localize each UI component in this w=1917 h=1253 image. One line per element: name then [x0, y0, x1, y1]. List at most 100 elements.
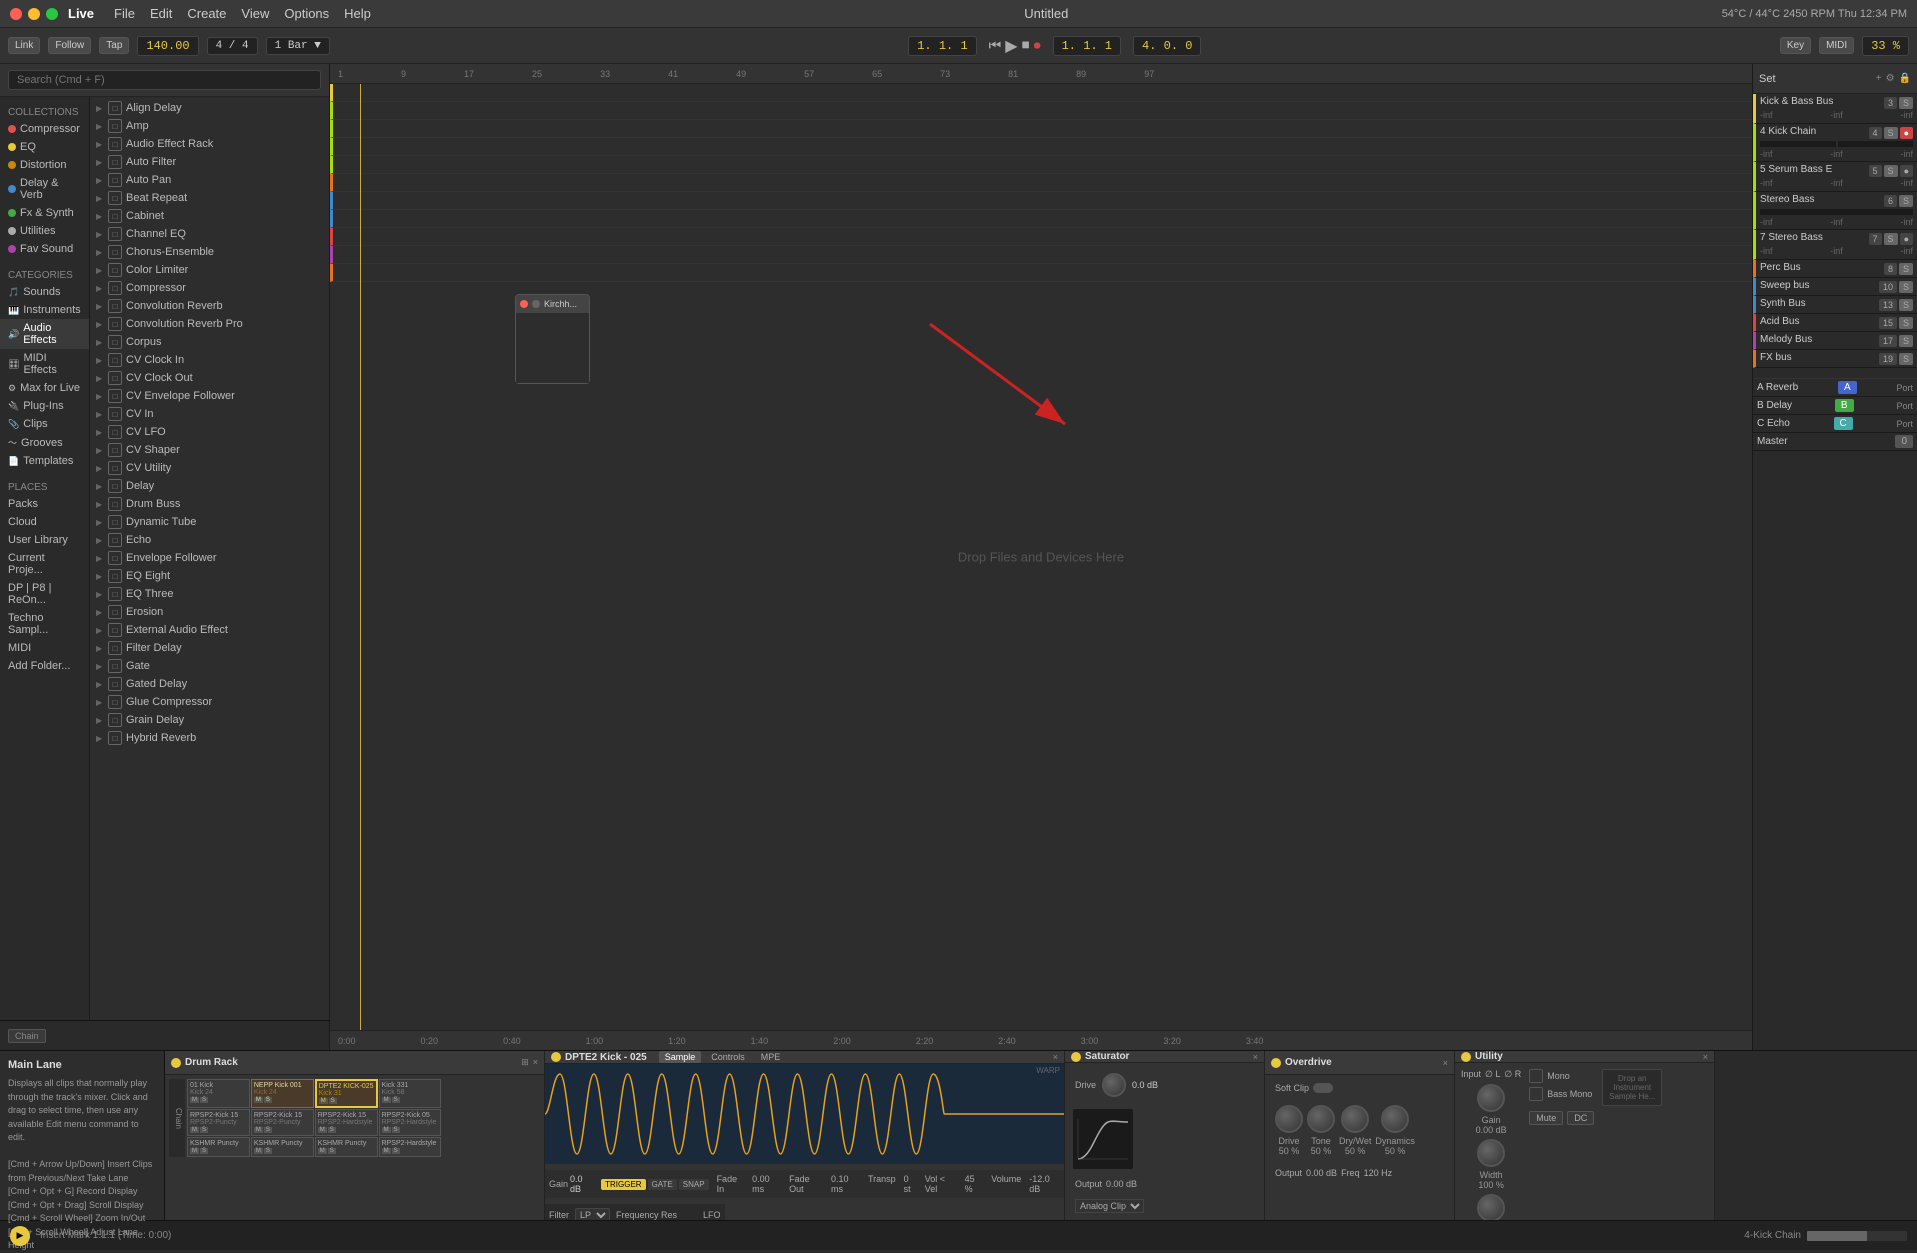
- tab-mpe[interactable]: MPE: [755, 1051, 787, 1063]
- sat-mode-select[interactable]: Analog Clip: [1075, 1199, 1144, 1213]
- solo-btn[interactable]: S: [1884, 127, 1898, 139]
- cat-instruments[interactable]: 🎹Instruments: [0, 301, 89, 319]
- loop-start-display[interactable]: 1. 1. 1: [1053, 36, 1121, 56]
- loop-end-display[interactable]: 4. 0. 0: [1133, 36, 1201, 56]
- transp-val[interactable]: 0 st: [904, 1174, 917, 1194]
- balance-knob[interactable]: [1477, 1194, 1505, 1220]
- effect-cabinet[interactable]: ▶ □ Cabinet: [90, 207, 329, 225]
- drive-knob[interactable]: [1102, 1073, 1126, 1097]
- effect-eq-three[interactable]: ▶ □ EQ Three: [90, 585, 329, 603]
- effect-drum-buss[interactable]: ▶ □ Drum Buss: [90, 495, 329, 513]
- effect-delay[interactable]: ▶ □ Delay: [90, 477, 329, 495]
- track-fader[interactable]: [1807, 1231, 1907, 1241]
- od-dynamics-knob[interactable]: [1381, 1105, 1409, 1133]
- mute-btn[interactable]: 17: [1879, 335, 1897, 347]
- stop-button[interactable]: ⏹: [1022, 37, 1030, 55]
- effect-cv-shaper[interactable]: ▶ □ CV Shaper: [90, 441, 329, 459]
- record-button[interactable]: ⏺: [1034, 37, 1041, 54]
- overdrive-power[interactable]: [1271, 1058, 1281, 1068]
- place-current-project[interactable]: Current Proje...: [0, 549, 89, 579]
- mute-btn[interactable]: M: [318, 1148, 327, 1154]
- menu-edit[interactable]: Edit: [150, 6, 172, 21]
- mute-btn[interactable]: M: [254, 1127, 263, 1133]
- waveform-display[interactable]: WARP: [545, 1064, 1064, 1164]
- effect-amp[interactable]: ▶ □ Amp: [90, 117, 329, 135]
- mute-btn[interactable]: M: [382, 1148, 391, 1154]
- rewind-button[interactable]: ⏮: [989, 37, 1002, 54]
- solo-btn[interactable]: S: [392, 1127, 400, 1133]
- solo-btn[interactable]: S: [264, 1097, 272, 1103]
- warp-btn[interactable]: WARP: [1036, 1066, 1060, 1075]
- dc-button[interactable]: DC: [1567, 1111, 1594, 1125]
- collection-fx-synth[interactable]: Fx & Synth: [0, 204, 89, 222]
- input-l[interactable]: ∅ L: [1485, 1069, 1500, 1080]
- lfo-label[interactable]: LFO: [703, 1210, 721, 1220]
- solo-btn[interactable]: S: [1899, 281, 1913, 293]
- effect-auto-filter[interactable]: ▶ □ Auto Filter: [90, 153, 329, 171]
- mute-btn[interactable]: 10: [1879, 281, 1897, 293]
- effect-dynamic-tube[interactable]: ▶ □ Dynamic Tube: [90, 513, 329, 531]
- effect-cv-clock-out[interactable]: ▶ □ CV Clock Out: [90, 369, 329, 387]
- effect-eq-eight[interactable]: ▶ □ EQ Eight: [90, 567, 329, 585]
- filter-label[interactable]: Filter: [549, 1210, 569, 1220]
- gain-knob[interactable]: [1477, 1084, 1505, 1112]
- solo-btn[interactable]: S: [1884, 233, 1898, 245]
- drum-pad[interactable]: RPSP2-Kick 15 RPSP2-Puncty M S: [251, 1109, 314, 1136]
- mute-btn[interactable]: 8: [1884, 263, 1897, 275]
- saturator-power[interactable]: [1071, 1052, 1081, 1062]
- mute-btn[interactable]: M: [254, 1148, 263, 1154]
- arrangement-body[interactable]: Kirchh... Drop Files and Devices Here: [330, 84, 1752, 1030]
- collection-eq[interactable]: EQ: [0, 138, 89, 156]
- solo-btn[interactable]: S: [1899, 195, 1913, 207]
- effect-grain-delay[interactable]: ▶ □ Grain Delay: [90, 711, 329, 729]
- solo-btn[interactable]: S: [329, 1098, 337, 1104]
- minimize-button[interactable]: [28, 8, 40, 20]
- filter-type-select[interactable]: LPHPBP: [575, 1208, 610, 1220]
- effect-glue-compressor[interactable]: ▶ □ Glue Compressor: [90, 693, 329, 711]
- bass-mono-checkbox[interactable]: [1529, 1087, 1543, 1101]
- menu-help[interactable]: Help: [344, 6, 371, 21]
- utility-power[interactable]: [1461, 1052, 1471, 1062]
- drum-rack-toggle[interactable]: ⊞: [521, 1057, 529, 1068]
- drum-pad[interactable]: NEPP Kick 001 Kick 24 M S: [251, 1079, 314, 1108]
- sat-close[interactable]: ×: [1253, 1052, 1258, 1062]
- cat-clips[interactable]: 📎Clips: [0, 415, 89, 433]
- waveform-power[interactable]: [551, 1052, 561, 1062]
- mute-btn[interactable]: 7: [1869, 233, 1882, 245]
- play-button[interactable]: ▶: [1005, 36, 1017, 56]
- bpm-display[interactable]: 140.00: [137, 36, 198, 56]
- effect-gate[interactable]: ▶ □ Gate: [90, 657, 329, 675]
- tap-button[interactable]: Tap: [99, 37, 129, 54]
- arm-btn[interactable]: ●: [1900, 127, 1913, 139]
- effect-chorus-ensemble[interactable]: ▶ □ Chorus-Ensemble: [90, 243, 329, 261]
- effect-channel-eq[interactable]: ▶ □ Channel EQ: [90, 225, 329, 243]
- fade-in-val[interactable]: 0.00 ms: [752, 1174, 781, 1194]
- drum-pad[interactable]: 01 Kick Kick 24 M S: [187, 1079, 250, 1108]
- effect-audio-effect-rack[interactable]: ▶ □ Audio Effect Rack: [90, 135, 329, 153]
- drum-pad[interactable]: RPSP2-Kick 15 RPSP2-Puncty M S: [187, 1109, 250, 1136]
- cat-grooves[interactable]: 〜Grooves: [0, 433, 89, 452]
- solo-btn[interactable]: S: [200, 1127, 208, 1133]
- place-cloud[interactable]: Cloud: [0, 513, 89, 531]
- mute-btn[interactable]: 4: [1869, 127, 1882, 139]
- effect-echo[interactable]: ▶ □ Echo: [90, 531, 329, 549]
- snap-btn[interactable]: SNAP: [679, 1179, 709, 1190]
- od-close[interactable]: ×: [1443, 1058, 1448, 1068]
- drum-pad[interactable]: KSHMR Puncty M S: [315, 1137, 378, 1157]
- softclip-toggle[interactable]: [1313, 1083, 1333, 1093]
- place-add-folder[interactable]: Add Folder...: [0, 657, 89, 675]
- menu-file[interactable]: File: [114, 6, 135, 21]
- solo-btn[interactable]: S: [1899, 97, 1913, 109]
- effect-envelope-follower[interactable]: ▶ □ Envelope Follower: [90, 549, 329, 567]
- waveform-close[interactable]: ×: [1053, 1052, 1058, 1062]
- cat-max-for-live[interactable]: ⚙Max for Live: [0, 379, 89, 397]
- drum-pad[interactable]: RPSP2-Hardstyle M S: [379, 1137, 442, 1157]
- mute-btn[interactable]: M: [319, 1098, 328, 1104]
- plugin-close-dot[interactable]: [520, 300, 528, 308]
- menu-create[interactable]: Create: [187, 6, 226, 21]
- mute-btn[interactable]: M: [190, 1097, 199, 1103]
- effect-cv-lfo[interactable]: ▶ □ CV LFO: [90, 423, 329, 441]
- follow-button[interactable]: Follow: [48, 37, 91, 54]
- solo-btn[interactable]: S: [392, 1097, 400, 1103]
- effect-compressor[interactable]: ▶ □ Compressor: [90, 279, 329, 297]
